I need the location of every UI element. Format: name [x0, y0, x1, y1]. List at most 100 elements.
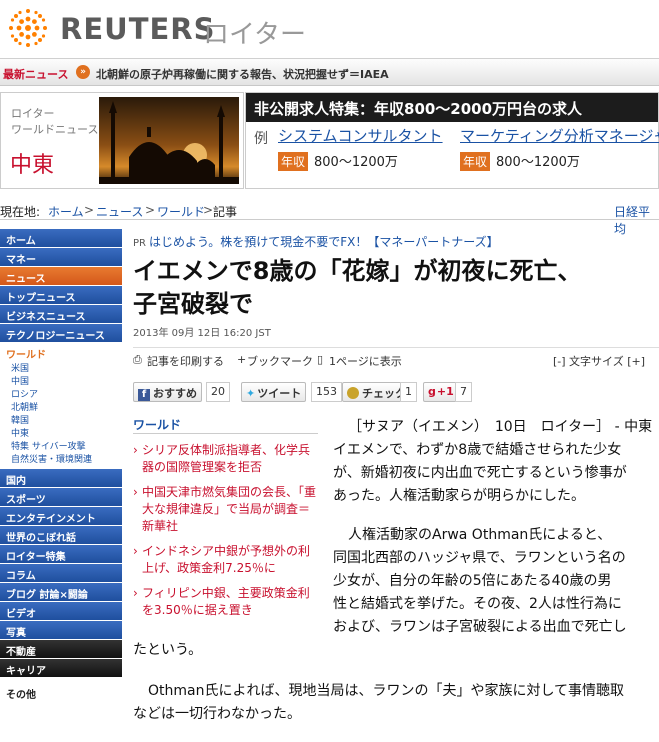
- nav-item-top-news[interactable]: トップニュース: [0, 286, 122, 305]
- article-toolbar: ⎙ 記事を印刷する + ブックマーク ▯ 1ページに表示 [-] 文字サイズ […: [133, 347, 659, 369]
- facebook-count: 20: [206, 382, 230, 402]
- breaking-news-bar: 最新ニュース » 北朝鮮の原子炉再稼働に関する報告、状況把握せず＝IAEA: [0, 58, 659, 86]
- nav-sub-russia[interactable]: ロシア: [6, 387, 116, 400]
- body-line: 少女が、自分の年齢の5倍にあたる40歳の男: [333, 573, 612, 589]
- related-heading[interactable]: ワールド: [133, 416, 318, 434]
- nav-item-world[interactable]: ワールド: [6, 346, 116, 361]
- region-banner: ロイター ワールドニュース 中東: [0, 92, 244, 189]
- nav-sub-disaster[interactable]: 自然災害・環境関連: [6, 452, 116, 465]
- nav-item-features[interactable]: ロイター特集: [0, 545, 122, 564]
- breaking-news-label: 最新ニュース: [3, 68, 69, 81]
- nav-sub-north-korea[interactable]: 北朝鮮: [6, 400, 116, 413]
- site-header: REUTERS ロイター: [0, 0, 659, 58]
- google-plus-count: 7: [455, 382, 472, 402]
- body-line: 人権活動家のArwa Othman氏によると、: [348, 527, 612, 543]
- tweet-button[interactable]: ✦ ツイート: [241, 382, 307, 402]
- pr-label: PR: [133, 238, 146, 249]
- nav-item-other[interactable]: その他: [0, 686, 122, 701]
- breaking-news-link[interactable]: 北朝鮮の原子炉再稼働に関する報告、状況把握せず＝IAEA: [96, 66, 389, 82]
- breadcrumb-news[interactable]: ニュース: [96, 203, 143, 220]
- tweet-count: 153: [311, 382, 342, 402]
- body-line: Othman氏によれば、現地当局は、ラワンの「夫」や家族に対して事情聴取: [148, 683, 625, 699]
- job-title-link[interactable]: マーケティング分析マネージャー: [460, 125, 659, 146]
- article-main: PR はじめよう。株を預けて現金不要でFX！【マネーパートナーズ】 イエメンで8歳…: [133, 229, 659, 742]
- nav-item-business[interactable]: ビジネスニュース: [0, 305, 122, 324]
- nav-item-column[interactable]: コラム: [0, 564, 122, 583]
- nav-item-photo[interactable]: 写真: [0, 621, 122, 640]
- nav-item-entertainment[interactable]: エンタテインメント: [0, 507, 122, 526]
- page-icon[interactable]: ▯: [317, 353, 323, 366]
- nav-sub-us[interactable]: 米国: [6, 361, 116, 374]
- breadcrumb-home[interactable]: ホーム: [48, 203, 84, 220]
- job-item[interactable]: システムコンサルタント 年収 800〜1200万: [278, 125, 443, 171]
- related-news: ワールド シリア反体制派指導者、化学兵器の国際管理案を拒否 中国天津市燃気集団の…: [133, 416, 318, 619]
- nav-world-submenu: ワールド 米国 中国 ロシア 北朝鮮 韓国 中東 特集 サイバー攻撃 自然災害・…: [0, 343, 122, 469]
- print-icon[interactable]: ⎙: [133, 353, 142, 367]
- pr-link[interactable]: はじめよう。株を預けて現金不要でFX！【マネーパートナーズ】: [149, 235, 499, 249]
- nav-item-technology[interactable]: テクノロジーニュース: [0, 324, 122, 343]
- nav-item-real-estate[interactable]: 不動産: [0, 640, 122, 659]
- job-salary: 年収 800〜1200万: [278, 151, 443, 171]
- print-link[interactable]: 記事を印刷する: [147, 353, 224, 369]
- body-line: あった。人権活動家らが明らかにした。: [333, 488, 585, 504]
- salary-value: 800〜1200万: [496, 155, 580, 170]
- font-size-control[interactable]: [-] 文字サイズ [+]: [553, 353, 645, 369]
- google-plus-button[interactable]: g+1: [423, 382, 459, 402]
- nav-item-domestic[interactable]: 国内: [0, 469, 122, 488]
- job-ad-heading[interactable]: 非公開求人特集：年収800〜2000万円台の求人: [246, 93, 658, 122]
- reuters-logo-icon[interactable]: [6, 6, 50, 50]
- nav-item-sports[interactable]: スポーツ: [0, 488, 122, 507]
- related-item[interactable]: インドネシア中銀が予想外の利上げ、政策金利7.25％に: [133, 543, 318, 577]
- mixi-count: 1: [400, 382, 417, 402]
- breadcrumb: 現在地: ホーム > ニュース > ワールド > 記事 日経平均: [0, 200, 659, 236]
- breadcrumb-separator: >: [84, 203, 95, 217]
- body-line: 性と結婚式を挙げた。その夜、2人は性行為に: [333, 596, 622, 612]
- breadcrumb-prefix: 現在地:: [0, 205, 41, 219]
- nav-item-blog[interactable]: ブログ 討論×闘論: [0, 583, 122, 602]
- body-line: ［サヌア（イエメン） 10日 ロイター］ - 中東: [348, 419, 653, 435]
- related-item[interactable]: フィリピン中銀、主要政策金利を3.50％に据え置き: [133, 585, 318, 619]
- job-salary: 年収 800〜1200万: [460, 151, 659, 171]
- body-line: イエメンで、わずか8歳で結婚させられた少女: [333, 442, 622, 458]
- salary-tag: 年収: [278, 152, 309, 171]
- nav-item-money[interactable]: マネー: [0, 248, 122, 267]
- related-item[interactable]: シリア反体制派指導者、化学兵器の国際管理案を拒否: [133, 442, 318, 476]
- job-item[interactable]: マーケティング分析マネージャー 年収 800〜1200万: [460, 125, 659, 171]
- breadcrumb-world[interactable]: ワールド: [157, 203, 205, 220]
- body-line: が、新婚初夜に内出血で死亡するという惨事が: [333, 465, 627, 481]
- body-line: などは一切行わなかった。: [133, 706, 301, 722]
- breadcrumb-separator: >: [145, 203, 156, 217]
- bookmark-link[interactable]: ブックマーク: [247, 353, 313, 369]
- banner-subtitle: ロイター: [11, 107, 55, 120]
- job-ad-example-label: 例: [254, 131, 268, 147]
- nav-sub-middle-east[interactable]: 中東: [6, 426, 116, 439]
- nav-item-news[interactable]: ニュース: [0, 267, 122, 286]
- one-page-link[interactable]: 1ページに表示: [329, 353, 402, 369]
- facebook-icon: f: [138, 389, 150, 401]
- google-plus-icon: g: [428, 385, 436, 398]
- brand-name[interactable]: REUTERS: [60, 12, 216, 46]
- nav-sub-china[interactable]: 中国: [6, 374, 116, 387]
- pr-banner[interactable]: PR はじめよう。株を預けて現金不要でFX！【マネーパートナーズ】: [133, 233, 499, 250]
- salary-value: 800〜1200万: [314, 155, 398, 170]
- breadcrumb-separator: >: [203, 203, 214, 217]
- nav-item-career[interactable]: キャリア: [0, 659, 122, 678]
- facebook-recommend-button[interactable]: f おすすめ: [133, 382, 202, 402]
- nav-item-video[interactable]: ビデオ: [0, 602, 122, 621]
- brand-name-jp[interactable]: ロイター: [203, 14, 306, 51]
- bookmark-icon[interactable]: +: [237, 353, 246, 366]
- breadcrumb-current: 記事: [213, 205, 238, 219]
- nav-sub-korea[interactable]: 韓国: [6, 413, 116, 426]
- headline-line-2: 子宮破裂で: [133, 290, 253, 318]
- related-item[interactable]: 中国天津市燃気集団の会長、「重大な規律違反」で当局が調査＝新華社: [133, 484, 318, 535]
- headline-line-1: イエメンで8歳の「花嫁」が初夜に死亡、: [133, 257, 582, 285]
- nav-sub-cyber[interactable]: 特集 サイバー攻撃: [6, 439, 116, 452]
- nav-item-oddly[interactable]: 世界のこぼれ話: [0, 526, 122, 545]
- article-date: 2013年 09月 12日 16:20 JST: [133, 328, 271, 339]
- mosque-sunset-image: [99, 97, 239, 184]
- job-title-link[interactable]: システムコンサルタント: [278, 125, 443, 146]
- nav-item-home[interactable]: ホーム: [0, 229, 122, 248]
- job-ad[interactable]: 非公開求人特集：年収800〜2000万円台の求人 例 システムコンサルタント 年…: [245, 92, 659, 189]
- double-chevron-right-icon: »: [76, 65, 90, 79]
